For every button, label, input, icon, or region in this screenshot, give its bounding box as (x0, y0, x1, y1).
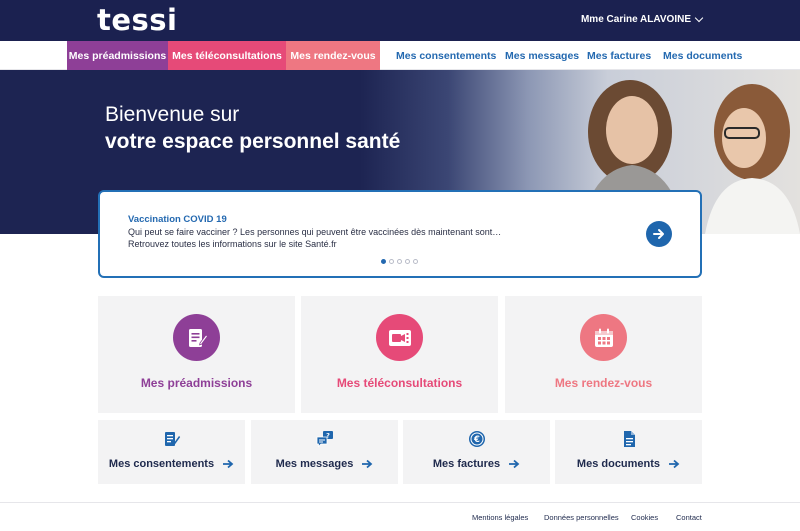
nav-factures[interactable]: Mes factures (587, 41, 651, 70)
tile-messages[interactable]: ? Mes messages (251, 420, 398, 484)
carousel-dot[interactable] (389, 259, 394, 264)
carousel-next-button[interactable] (646, 221, 672, 247)
nav-teleconsultations[interactable]: Mes téléconsultations (168, 41, 286, 70)
tile-documents-link: Mes documents (555, 458, 702, 470)
carousel-dot[interactable] (405, 259, 410, 264)
arrow-right-icon (223, 459, 234, 469)
nav-preadmissions[interactable]: Mes préadmissions (67, 41, 168, 70)
news-line-1: Qui peut se faire vacciner ? Les personn… (128, 227, 502, 237)
news-line-2: Retrouvez toutes les informations sur le… (128, 239, 337, 249)
news-text: Qui peut se faire vacciner ? Les personn… (128, 226, 548, 250)
carousel-dot[interactable] (381, 259, 386, 264)
tile-factures-label: Mes factures (432, 458, 501, 470)
carousel-dot[interactable] (397, 259, 402, 264)
tile-messages-link: Mes messages (251, 458, 398, 470)
arrow-right-icon (669, 459, 680, 469)
tile-consentements-label: Mes consentements (108, 458, 215, 470)
tile-messages-label: Mes messages (275, 458, 354, 470)
news-title[interactable]: Vaccination COVID 19 (128, 214, 227, 225)
consent-form-icon (163, 430, 181, 448)
tile-teleconsultations-label: Mes téléconsultations (336, 376, 463, 390)
tile-preadmissions[interactable]: Mes préadmissions (98, 296, 295, 413)
tessi-logo[interactable]: tessi (97, 3, 178, 37)
video-consultation-icon (376, 314, 423, 361)
top-bar: tessi Mme Carine ALAVOINE (0, 0, 800, 41)
tile-rendezvous-label: Mes rendez-vous (554, 376, 653, 390)
tile-factures[interactable]: € Mes factures (403, 420, 550, 484)
svg-text:€: € (473, 435, 480, 445)
footer: Mentions légales Données personnelles Co… (0, 502, 800, 531)
tile-consentements[interactable]: Mes consentements (98, 420, 245, 484)
nav-rendezvous[interactable]: Mes rendez-vous (286, 41, 380, 70)
nav-documents[interactable]: Mes documents (663, 41, 742, 70)
document-icon (620, 430, 638, 448)
news-carousel: Vaccination COVID 19 Qui peut se faire v… (98, 190, 702, 278)
hero-title: votre espace personnel santé (105, 130, 401, 153)
tile-rendezvous[interactable]: Mes rendez-vous (505, 296, 702, 413)
main-nav: Mes préadmissions Mes téléconsultations … (0, 41, 800, 70)
tile-factures-link: Mes factures (403, 458, 550, 470)
carousel-dot[interactable] (413, 259, 418, 264)
euro-coin-icon: € (468, 430, 486, 448)
tile-documents-label: Mes documents (576, 458, 661, 470)
calendar-icon (580, 314, 627, 361)
chat-bubbles-icon: ? (316, 430, 334, 448)
tile-consentements-link: Mes consentements (98, 458, 245, 470)
footer-mentions-link[interactable]: Mentions légales (472, 513, 528, 522)
arrow-right-icon (653, 229, 664, 239)
nav-consentements[interactable]: Mes consentements (396, 41, 496, 70)
user-menu[interactable]: Mme Carine ALAVOINE (580, 13, 704, 25)
tile-teleconsultations[interactable]: Mes téléconsultations (301, 296, 498, 413)
user-name: Mme Carine ALAVOINE (580, 14, 691, 25)
preadmission-form-icon (173, 314, 220, 361)
footer-cookies-link[interactable]: Cookies (631, 513, 658, 522)
tile-documents[interactable]: Mes documents (555, 420, 702, 484)
nav-messages[interactable]: Mes messages (505, 41, 579, 70)
arrow-right-icon (509, 459, 520, 469)
arrow-right-icon (362, 459, 373, 469)
carousel-dots (381, 259, 418, 264)
footer-contact-link[interactable]: Contact (676, 513, 702, 522)
chevron-down-icon (694, 13, 704, 22)
hero-welcome: Bienvenue sur (105, 103, 240, 126)
tile-preadmissions-label: Mes préadmissions (140, 376, 253, 390)
footer-donnees-link[interactable]: Données personnelles (544, 513, 619, 522)
